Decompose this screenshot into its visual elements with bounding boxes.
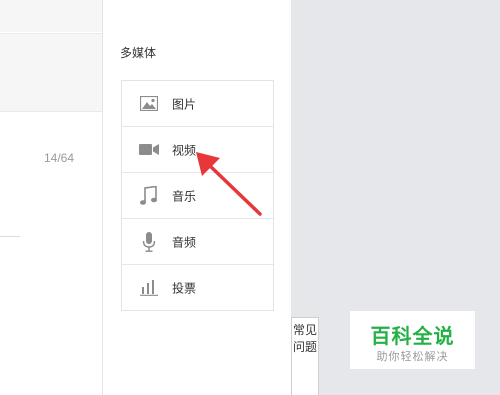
media-item-vote[interactable]: 投票 [122, 265, 273, 310]
video-camera-icon [139, 140, 159, 160]
image-icon [139, 94, 159, 114]
watermark-subtitle: 助你轻松解决 [376, 350, 449, 363]
editor-toolbar-strip [0, 0, 102, 32]
microphone-icon [139, 231, 159, 252]
bar-chart-icon [139, 278, 159, 298]
multimedia-title: 多媒体 [120, 46, 157, 60]
divider [0, 236, 20, 237]
title-input-area[interactable] [0, 33, 102, 112]
media-item-image[interactable]: 图片 [122, 81, 273, 127]
media-item-label: 投票 [172, 281, 197, 295]
watermark-title: 百科全说 [370, 324, 455, 348]
media-item-audio[interactable]: 音频 [122, 219, 273, 265]
editor-pane: 14/64 [0, 0, 102, 395]
music-note-icon [139, 185, 159, 206]
annotation-arrow-icon [196, 152, 262, 216]
faq-tab[interactable]: 常见问题 [291, 317, 319, 395]
word-counter: 14/64 [44, 151, 75, 165]
watermark-logo: 百科全说 助你轻松解决 [350, 311, 475, 369]
faq-label: 常见问题 [292, 323, 317, 354]
media-item-label: 音频 [172, 235, 197, 249]
media-item-label: 图片 [172, 97, 197, 111]
